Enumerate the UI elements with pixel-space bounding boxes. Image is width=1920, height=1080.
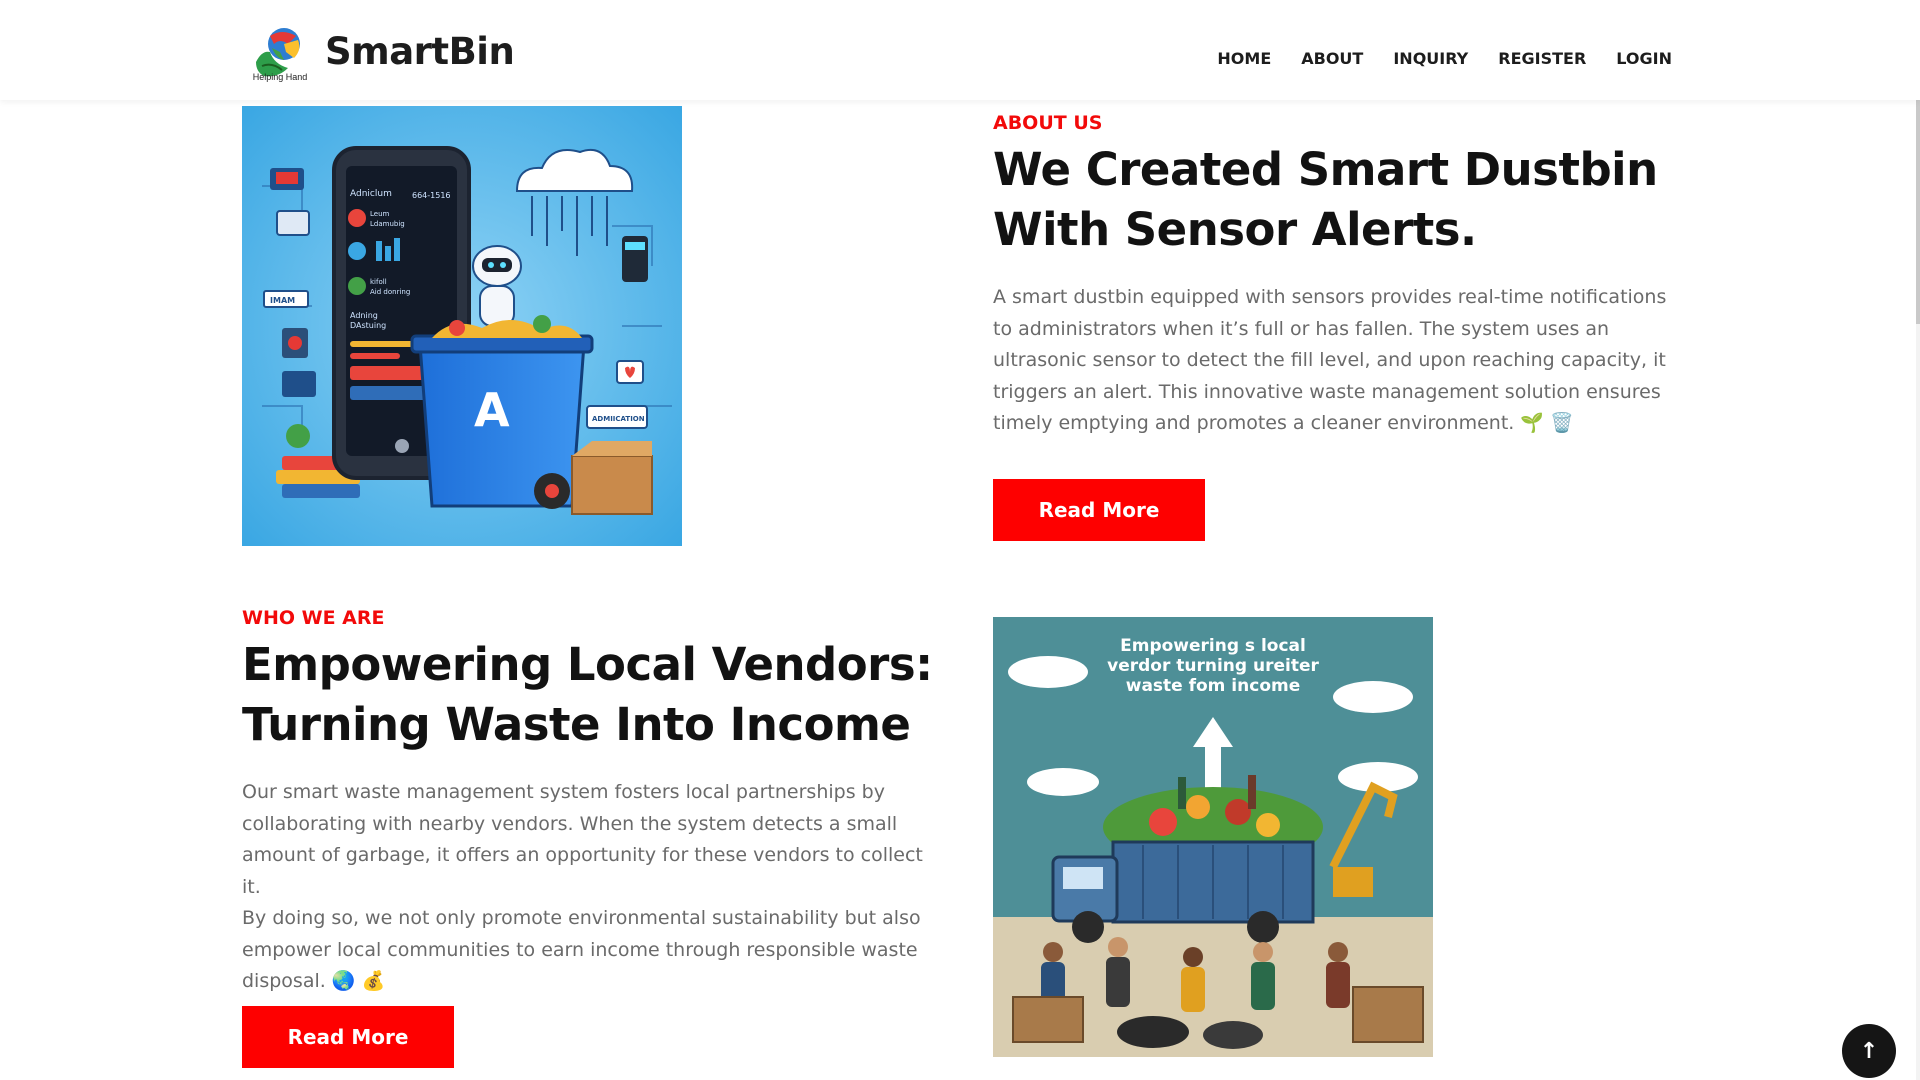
about-description: A smart dustbin equipped with sensors pr… <box>993 282 1673 440</box>
who-read-more-button[interactable]: Read More <box>242 1006 454 1068</box>
who-we-are-section: WHO WE ARE Empowering Local Vendors: Tur… <box>242 607 942 998</box>
about-headline: We Created Smart Dustbin With Sensor Ale… <box>993 140 1673 260</box>
about-description-line: ultrasonic sensor to detect the fill lev… <box>993 349 1666 371</box>
svg-text:Adniclum: Adniclum <box>350 189 392 199</box>
svg-text:Ldamubig: Ldamubig <box>370 220 405 228</box>
svg-text:Adning: Adning <box>350 311 378 320</box>
about-description-line: triggers an alert. This innovative waste… <box>993 380 1661 403</box>
nav-about[interactable]: ABOUT <box>1301 49 1363 68</box>
back-to-top-button[interactable]: ↑ <box>1842 1024 1896 1078</box>
local-vendors-illustration: Empowering s local verdor turning ureite… <box>993 617 1433 1057</box>
svg-text:Leum: Leum <box>370 210 390 218</box>
svg-text:Empowering s local: Empowering s local <box>1120 636 1306 656</box>
svg-text:kifoll: kifoll <box>370 278 387 286</box>
nav-login[interactable]: LOGIN <box>1616 49 1672 68</box>
main-nav: HOME ABOUT INQUIRY REGISTER LOGIN <box>1217 49 1672 68</box>
who-headline-line-1: Empowering Local Vendors: <box>242 638 933 691</box>
smart-dustbin-illustration: IMAM Adniclum 664-1516 Leum Ldamubig kif… <box>242 106 682 546</box>
who-description-line: disposal. 🌏 💰 <box>242 970 386 992</box>
logo-caption: Helping Hand <box>252 72 308 82</box>
brand-name[interactable]: SmartBin <box>325 30 515 73</box>
who-headline: Empowering Local Vendors: Turning Waste … <box>242 635 942 755</box>
about-description-line: timely emptying and promotes a cleaner e… <box>993 412 1574 434</box>
who-headline-line-2: Turning Waste Into Income <box>242 698 911 751</box>
who-description: Our smart waste management system foster… <box>242 777 942 998</box>
svg-text:waste fom income: waste fom income <box>1126 676 1301 696</box>
who-description-line: By doing so, we not only promote environ… <box>242 907 921 929</box>
nav-register[interactable]: REGISTER <box>1498 49 1586 68</box>
who-description-line: Our smart waste management system foster… <box>242 781 885 803</box>
who-description-line: amount of garbage, it offers an opportun… <box>242 844 923 898</box>
who-description-line: collaborating with nearby vendors. When … <box>242 812 898 835</box>
who-eyebrow: WHO WE ARE <box>242 607 385 629</box>
about-description-line: A smart dustbin equipped with sensors pr… <box>993 286 1667 308</box>
about-description-line: to administrators when it’s full or has … <box>993 317 1610 340</box>
about-headline-line-2: With Sensor Alerts. <box>993 203 1477 256</box>
nav-inquiry[interactable]: INQUIRY <box>1393 49 1468 68</box>
about-read-more-button[interactable]: Read More <box>993 479 1205 541</box>
who-description-line: empower local communities to earn income… <box>242 938 918 961</box>
svg-text:verdor turning ureiter: verdor turning ureiter <box>1107 656 1319 676</box>
svg-text:DAstuing: DAstuing <box>350 321 386 330</box>
about-headline-line-1: We Created Smart Dustbin <box>993 143 1658 196</box>
svg-text:ADMIICATION: ADMIICATION <box>592 415 645 423</box>
nav-home[interactable]: HOME <box>1217 49 1271 68</box>
svg-text:A: A <box>474 383 510 437</box>
svg-text:664-1516: 664-1516 <box>412 191 451 200</box>
svg-text:Aid donring: Aid donring <box>370 288 410 296</box>
about-section: ABOUT US We Created Smart Dustbin With S… <box>993 112 1673 440</box>
svg-text:IMAM: IMAM <box>270 296 295 305</box>
site-header: Helping Hand SmartBin HOME ABOUT INQUIRY… <box>0 0 1920 100</box>
about-eyebrow: ABOUT US <box>993 112 1103 134</box>
page-scrollbar-thumb[interactable] <box>1916 80 1920 324</box>
